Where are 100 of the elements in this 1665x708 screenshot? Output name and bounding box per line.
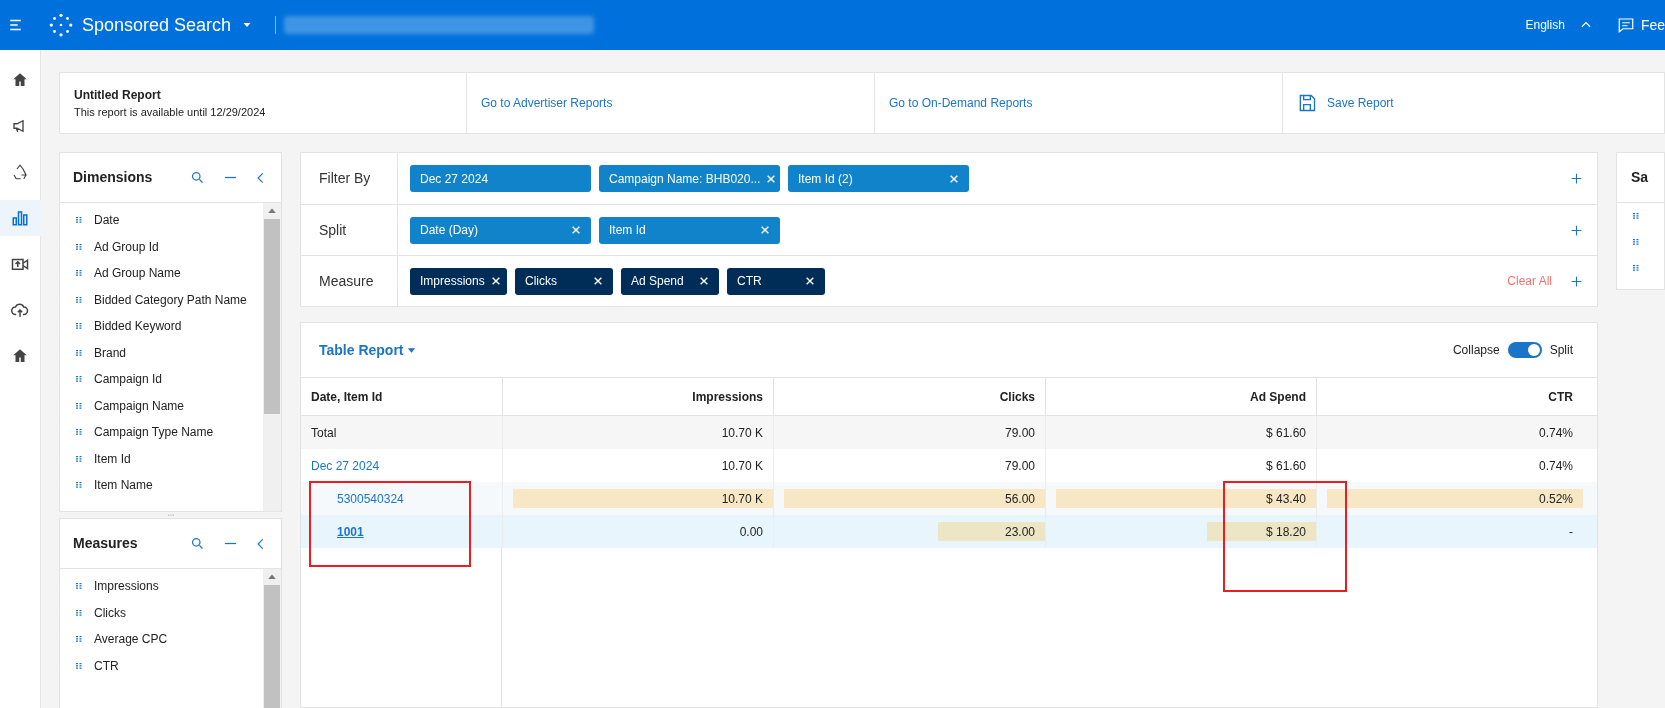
- app-title[interactable]: Sponsored Search: [82, 11, 232, 39]
- table-cell-text: 0.52%: [1538, 490, 1573, 508]
- field-list-item[interactable]: Date: [60, 207, 263, 234]
- row-label: Measure: [319, 271, 374, 291]
- table-cell-text: 79.00: [1004, 424, 1035, 442]
- filter-chip[interactable]: Ad Spend: [621, 267, 719, 295]
- table-report-dropdown[interactable]: Table Report: [319, 339, 417, 361]
- field-list-item[interactable]: CTR: [60, 652, 263, 679]
- table-cell-text: 0.00: [739, 523, 763, 541]
- search-icon: [190, 170, 205, 185]
- panel-title: Dimensions: [73, 168, 154, 187]
- search-icon: [190, 536, 205, 551]
- table-cell-text: 56.00: [1004, 490, 1035, 508]
- filter-chip[interactable]: Campaign Name: BHB020...: [599, 165, 780, 192]
- drag-handle-icon: [76, 660, 82, 671]
- scroll-up-arrow-icon: [267, 572, 277, 582]
- table-cell-text: 23.00: [1004, 523, 1035, 541]
- save-report-button[interactable]: Save Report: [1327, 94, 1394, 112]
- filter-chip[interactable]: Date (Day): [410, 216, 591, 244]
- field-list-item[interactable]: Campaign Type Name: [60, 419, 263, 446]
- row-link[interactable]: Dec 27 2024: [311, 456, 380, 475]
- feedback-link[interactable]: Fee: [1640, 14, 1665, 36]
- drag-handle-icon: [76, 453, 82, 464]
- field-list-item[interactable]: Item Name: [60, 472, 263, 499]
- home-icon: [11, 347, 29, 365]
- drag-handle-icon: [76, 294, 82, 305]
- table-cell-text: 0.74%: [1538, 424, 1573, 442]
- toggle-label: Split: [1549, 342, 1573, 359]
- drag-handle-icon: [76, 241, 82, 252]
- field-list-item[interactable]: Clicks: [60, 599, 263, 626]
- scroll-up-arrow-icon: [267, 206, 277, 216]
- table-cell-text: 10.70 K: [721, 457, 763, 475]
- add-icon: [1570, 274, 1583, 288]
- scrollbar[interactable]: [263, 203, 281, 511]
- row-link[interactable]: 5300540324: [337, 489, 404, 508]
- report-availability: This report is available until 12/29/2024: [74, 104, 267, 120]
- drag-handle-icon: [1633, 263, 1639, 273]
- table-cell-text: $ 61.60: [1265, 424, 1306, 442]
- field-list-item[interactable]: Bidded Category Path Name: [60, 286, 263, 313]
- row-label: Split: [319, 220, 347, 240]
- drag-handle-icon: [1633, 211, 1639, 221]
- row-label: Total: [311, 424, 337, 442]
- drag-handle-icon: [76, 215, 82, 226]
- column-header[interactable]: Date, Item Id: [301, 378, 502, 415]
- drag-handle-icon: [76, 374, 82, 385]
- table-cell-text: 0.74%: [1538, 457, 1573, 475]
- column-header[interactable]: Ad Spend: [1045, 378, 1316, 415]
- table-cell-text: 10.70 K: [721, 490, 763, 508]
- field-list-item[interactable]: Campaign Name: [60, 392, 263, 419]
- row-link[interactable]: 1001: [337, 522, 364, 541]
- field-list-item[interactable]: Ad Group Name: [60, 260, 263, 287]
- feedback-icon: [1616, 16, 1635, 34]
- drag-handle-icon: [76, 400, 82, 411]
- filter-chip[interactable]: Dec 27 2024: [410, 165, 591, 192]
- sparkle-logo-icon: [48, 12, 74, 38]
- filter-chip[interactable]: CTR: [727, 267, 825, 295]
- drag-handle-icon: [1633, 237, 1639, 247]
- bar-chart-icon: [11, 209, 29, 227]
- report-title: Untitled Report: [74, 86, 162, 104]
- report-link[interactable]: Go to On-Demand Reports: [889, 94, 1033, 112]
- table-cell-text: 10.70 K: [721, 424, 763, 442]
- drag-handle-icon: [76, 607, 82, 618]
- table-cell-text: $ 43.40: [1265, 490, 1306, 508]
- column-header[interactable]: Impressions: [502, 378, 773, 415]
- home-icon: [11, 71, 29, 89]
- field-list-item[interactable]: Item Id: [60, 445, 263, 472]
- drag-handle-icon: [76, 634, 82, 645]
- add-icon: [1570, 223, 1583, 237]
- field-list-item[interactable]: Bidded Keyword: [60, 313, 263, 340]
- field-list-item[interactable]: Campaign Id: [60, 366, 263, 393]
- row-label: Filter By: [319, 169, 371, 188]
- drag-handle-icon: [76, 268, 82, 279]
- add-icon: [1570, 172, 1583, 185]
- table-cell-text: 79.00: [1004, 457, 1035, 475]
- field-list-item[interactable]: Ad Group Id: [60, 233, 263, 260]
- nav-button[interactable]: [0, 200, 41, 236]
- panel-title: Measures: [73, 534, 139, 553]
- field-list-item[interactable]: Brand: [60, 339, 263, 366]
- filter-chip[interactable]: Clicks: [515, 267, 613, 295]
- table-cell-text: $ 18.20: [1265, 523, 1306, 541]
- drag-handle-icon: [76, 321, 82, 332]
- drag-handle-icon: [76, 480, 82, 491]
- filter-chip[interactable]: Item Id (2): [788, 165, 969, 192]
- table-cell-text: -: [1569, 523, 1573, 541]
- drag-handle-icon: [76, 427, 82, 438]
- drag-handle-icon: [76, 581, 82, 592]
- filter-chip[interactable]: Impressions: [410, 267, 507, 295]
- column-header[interactable]: CTR: [1316, 378, 1583, 415]
- toggle-switch[interactable]: [1507, 342, 1542, 358]
- field-list-item[interactable]: Impressions: [60, 573, 263, 600]
- toggle-label: Collapse: [1452, 342, 1500, 359]
- report-link[interactable]: Go to Advertiser Reports: [481, 94, 613, 112]
- column-header[interactable]: Clicks: [773, 378, 1045, 415]
- panel-title: Sa: [1631, 168, 1649, 187]
- cloud-upload-icon: [11, 301, 29, 319]
- language-selector[interactable]: English: [1525, 16, 1565, 34]
- filter-chip[interactable]: Item Id: [599, 216, 780, 244]
- drag-handle-icon: [76, 347, 82, 358]
- field-list-item[interactable]: Average CPC: [60, 626, 263, 653]
- table-cell-text: $ 61.60: [1265, 457, 1306, 475]
